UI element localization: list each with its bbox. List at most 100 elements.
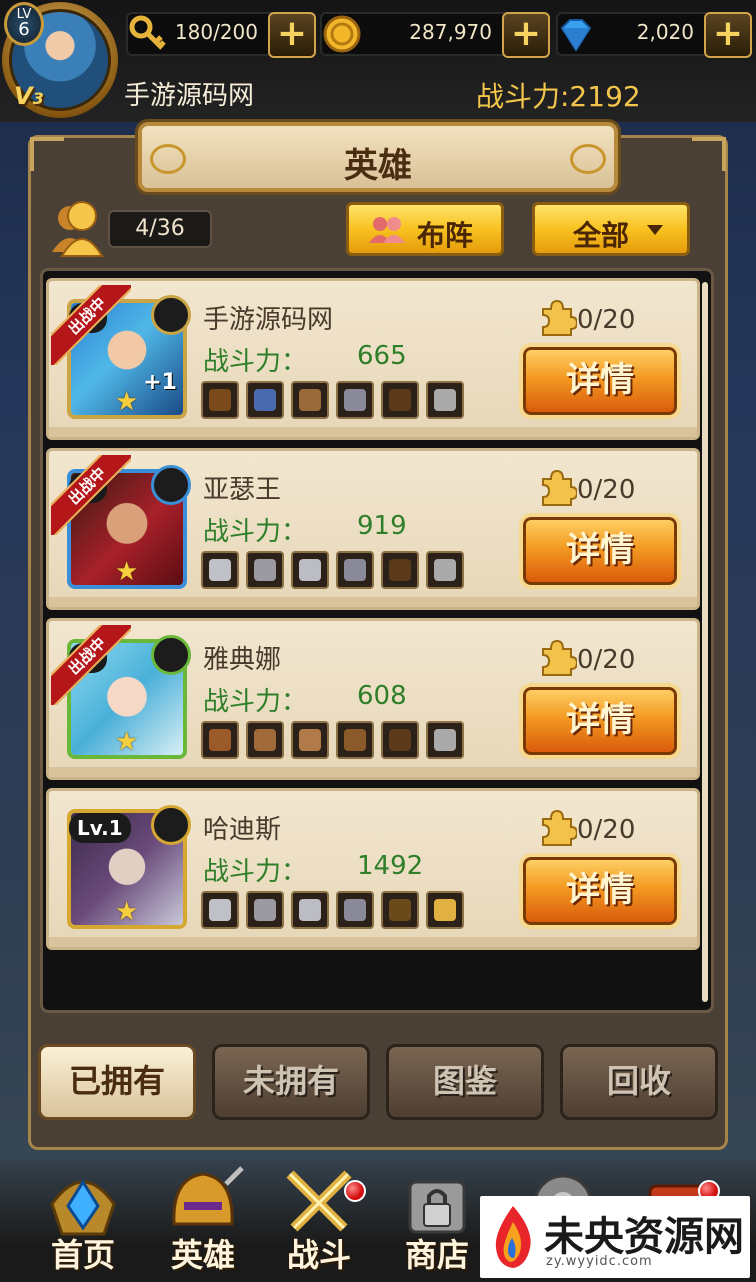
home-crystal-icon xyxy=(50,1179,116,1236)
tab-not-owned[interactable]: 未拥有 xyxy=(212,1044,370,1120)
diamond-icon xyxy=(560,19,592,52)
deployed-ribbon: 出战中 xyxy=(51,455,131,535)
hero-helmet-icon xyxy=(172,1166,244,1226)
equipment-item-icon xyxy=(389,559,411,581)
equipment-item-icon xyxy=(254,559,276,581)
equipment-slot[interactable] xyxy=(246,551,284,589)
hero-card[interactable]: ★.4出战中雅典娜战斗力：6080/20详情 xyxy=(46,618,700,780)
equipment-slot[interactable] xyxy=(201,551,239,589)
deployed-ribbon-label: 出战中 xyxy=(51,285,131,365)
tab-owned[interactable]: 已拥有 xyxy=(38,1044,196,1120)
equipment-slot[interactable] xyxy=(246,721,284,759)
formation-button[interactable]: 布阵 xyxy=(346,202,504,256)
nav-heroes[interactable]: 英雄 xyxy=(148,1160,258,1282)
fragment-count: 0/20 xyxy=(577,475,636,505)
level-value: 6 xyxy=(18,19,30,40)
nav-home[interactable]: 首页 xyxy=(28,1160,138,1282)
equipment-item-icon xyxy=(209,559,231,581)
add-stamina-button[interactable]: + xyxy=(268,12,316,58)
star-icon: ★ xyxy=(115,387,139,417)
details-button[interactable]: 详情 xyxy=(519,683,681,759)
equipment-item-icon xyxy=(209,899,231,921)
add-diamond-button[interactable]: + xyxy=(704,12,752,58)
filter-dropdown[interactable]: 全部 xyxy=(532,202,690,256)
nav-home-label: 首页 xyxy=(50,1236,115,1274)
deployed-ribbon: 出战中 xyxy=(51,285,131,365)
equipment-item-icon xyxy=(254,389,276,411)
hero-class-icon xyxy=(151,295,191,335)
details-button[interactable]: 详情 xyxy=(519,513,681,589)
equipment-item-icon xyxy=(389,899,411,921)
star-icon: ★ xyxy=(115,727,139,757)
equipment-item-icon xyxy=(254,899,276,921)
equipment-slot[interactable] xyxy=(381,891,419,929)
hero-count-icon xyxy=(52,201,104,257)
equipment-slot[interactable] xyxy=(201,381,239,419)
hero-class-icon xyxy=(151,805,191,845)
equipment-slot[interactable] xyxy=(291,381,329,419)
equipment-slot[interactable] xyxy=(381,721,419,759)
equipment-slot[interactable] xyxy=(291,551,329,589)
hero-class-icon xyxy=(151,635,191,675)
flame-logo-icon xyxy=(495,1206,531,1268)
equipment-slot[interactable] xyxy=(336,891,374,929)
battle-swords-icon xyxy=(286,1170,352,1232)
hero-card[interactable]: ★+1.6出战中手游源码网战斗力：6650/20详情 xyxy=(46,278,700,440)
deployed-ribbon-label: 出战中 xyxy=(51,625,131,705)
add-gold-button[interactable]: + xyxy=(502,12,550,58)
equipment-slot[interactable] xyxy=(246,891,284,929)
puzzle-fragment-icon xyxy=(537,639,579,677)
panel-title: 英雄 xyxy=(344,146,412,186)
hero-power-label: 战斗力： xyxy=(203,687,308,717)
chevron-down-icon xyxy=(647,225,663,235)
details-button[interactable]: 详情 xyxy=(519,853,681,929)
equipment-slot[interactable] xyxy=(426,891,464,929)
details-button[interactable]: 详情 xyxy=(519,343,681,419)
hero-class-icon xyxy=(151,465,191,505)
equipment-slot[interactable] xyxy=(426,381,464,419)
hero-name: 亚瑟王 xyxy=(203,475,282,505)
nav-battle[interactable]: 战斗 xyxy=(264,1160,374,1282)
hero-card[interactable]: ★.5出战中亚瑟王战斗力：9190/20详情 xyxy=(46,448,700,610)
top-bar: LV 6 V3 180/200 + 287,970 + 2,020 + 手游源码… xyxy=(0,0,756,122)
equipment-slot[interactable] xyxy=(201,891,239,929)
tab-codex[interactable]: 图鉴 xyxy=(386,1044,544,1120)
hero-list-scrollbar[interactable] xyxy=(702,282,708,1002)
equipment-slot[interactable] xyxy=(426,551,464,589)
watermark-overlay: 未央资源网 zy.wyyidc.com xyxy=(480,1196,750,1278)
hero-count: 4/36 xyxy=(108,210,212,248)
nav-shop[interactable]: 商店 xyxy=(382,1160,492,1282)
equipment-item-icon xyxy=(434,559,456,581)
nav-heroes-label: 英雄 xyxy=(170,1236,235,1274)
equipment-item-icon xyxy=(254,729,276,751)
panel-corner-ornament xyxy=(30,137,64,171)
hero-power-label: 战斗力： xyxy=(203,347,308,377)
hero-name: 哈迪斯 xyxy=(203,815,282,845)
hero-power-value: 919 xyxy=(357,511,407,541)
equipment-slot[interactable] xyxy=(426,721,464,759)
equipment-item-icon xyxy=(299,389,321,411)
deployed-ribbon: 出战中 xyxy=(51,625,131,705)
equipment-item-icon xyxy=(344,389,366,411)
player-level-badge: LV 6 xyxy=(4,2,44,46)
tab-recycle[interactable]: 回收 xyxy=(560,1044,718,1120)
nav-shop-label: 商店 xyxy=(404,1236,469,1274)
equipment-slot[interactable] xyxy=(291,891,329,929)
hero-card[interactable]: ★ Lv.1 哈迪斯 战斗力： 1492 0/20 详情 xyxy=(46,788,700,950)
equipment-slot[interactable] xyxy=(246,381,284,419)
hero-power-label: 战斗力： xyxy=(203,857,308,887)
equipment-slot[interactable] xyxy=(291,721,329,759)
fragment-count: 0/20 xyxy=(577,305,636,335)
nav-battle-label: 战斗 xyxy=(286,1236,351,1274)
card-shadow-strip xyxy=(49,937,697,947)
fragment-count: 0/20 xyxy=(577,645,636,675)
equipment-slot[interactable] xyxy=(381,551,419,589)
card-shadow-strip xyxy=(49,597,697,607)
star-icon: ★ xyxy=(115,557,139,587)
fragment-count: 0/20 xyxy=(577,815,636,845)
equipment-slot[interactable] xyxy=(336,551,374,589)
equipment-slot[interactable] xyxy=(336,721,374,759)
equipment-slot[interactable] xyxy=(336,381,374,419)
equipment-slot[interactable] xyxy=(381,381,419,419)
equipment-slot[interactable] xyxy=(201,721,239,759)
